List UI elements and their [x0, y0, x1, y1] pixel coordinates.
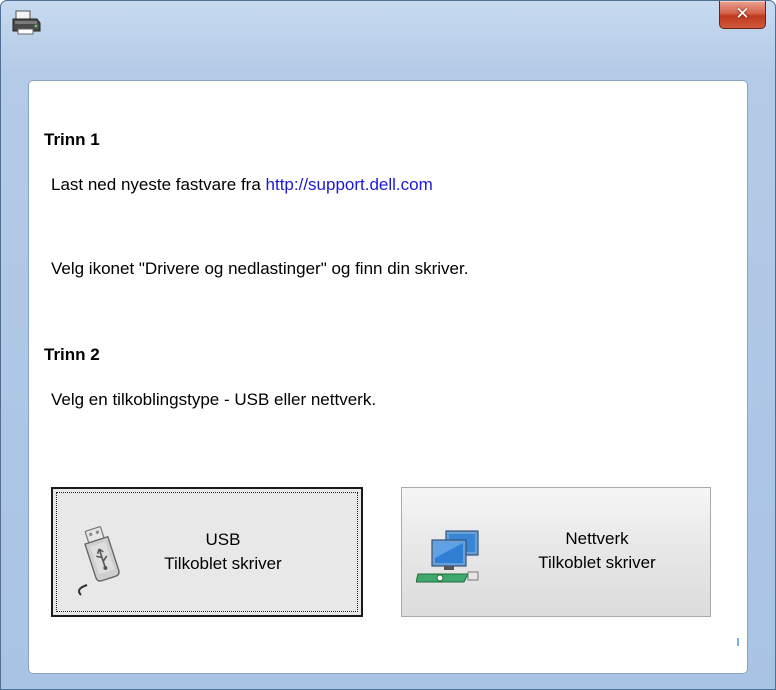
download-text: Last ned nyeste fastvare fra — [51, 175, 266, 194]
usb-drive-icon — [73, 525, 129, 602]
usb-label-line2: Tilkoblet skriver — [164, 554, 282, 573]
content-panel: Trinn 1 Last ned nyeste fastvare fra htt… — [28, 80, 748, 674]
network-computers-icon — [415, 528, 482, 589]
support-link[interactable]: http://support.dell.com — [266, 175, 433, 194]
step2-instruction: Velg en tilkoblingstype - USB eller nett… — [51, 390, 377, 409]
usb-button-label: USB Tilkoblet skriver — [148, 528, 298, 576]
resize-marker — [737, 638, 739, 646]
step2-heading: Trinn 2 — [44, 345, 100, 364]
title-bar[interactable]: ✕ — [1, 1, 775, 39]
network-label-line2: Tilkoblet skriver — [538, 553, 656, 572]
dialog-window: ✕ Trinn 1 Last ned nyeste fastvare fra h… — [0, 0, 776, 690]
close-icon: ✕ — [735, 4, 750, 24]
network-button-label: Nettverk Tilkoblet skriver — [522, 527, 672, 575]
step1-heading: Trinn 1 — [44, 130, 100, 149]
usb-label-line1: USB — [205, 530, 241, 549]
network-button[interactable]: Nettverk Tilkoblet skriver — [401, 487, 711, 617]
printer-icon — [10, 9, 44, 37]
close-button[interactable]: ✕ — [719, 1, 766, 29]
download-line: Last ned nyeste fastvare fra http://supp… — [51, 175, 433, 195]
usb-button[interactable]: USB Tilkoblet skriver — [51, 487, 363, 617]
network-label-line1: Nettverk — [565, 529, 629, 548]
step1-instruction: Velg ikonet "Drivere og nedlastinger" og… — [51, 259, 469, 278]
